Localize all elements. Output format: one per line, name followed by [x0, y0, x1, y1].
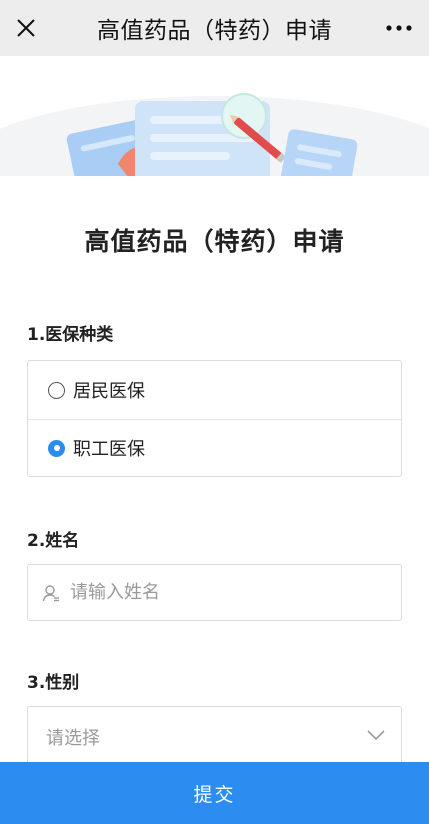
- name-input-container: [27, 564, 402, 621]
- question-gender-label: 3.性别: [27, 673, 80, 693]
- submit-button[interactable]: 提交: [0, 762, 429, 824]
- chevron-down-icon: [367, 730, 385, 741]
- document-pen-illustration: [0, 93, 429, 176]
- question-name-label: 2.姓名: [27, 531, 80, 551]
- form-title: 高值药品（特药）申请: [84, 227, 345, 256]
- close-button[interactable]: [10, 12, 42, 44]
- gender-select[interactable]: 请选择: [27, 706, 402, 766]
- more-icon: [386, 25, 412, 31]
- gender-select-placeholder: 请选择: [46, 728, 100, 749]
- banner: [0, 56, 429, 176]
- user-icon: [42, 584, 59, 601]
- close-icon: [17, 19, 35, 37]
- radio-unchecked-icon: [48, 381, 65, 399]
- more-button[interactable]: [383, 14, 415, 42]
- question-insurance-type-label: 1.医保种类: [27, 325, 114, 345]
- name-input[interactable]: [68, 581, 372, 604]
- radio-option-label: 居民医保: [73, 381, 145, 402]
- navbar-title: 高值药品（特药）申请: [97, 18, 332, 44]
- radio-option-label: 职工医保: [73, 439, 145, 460]
- navbar: 高值药品（特药）申请: [0, 0, 429, 56]
- radio-option-resident[interactable]: 居民医保: [28, 361, 401, 420]
- radio-option-employee[interactable]: 职工医保: [28, 419, 401, 477]
- radio-checked-icon: [48, 439, 65, 457]
- insurance-type-radio-group: 居民医保 职工医保: [27, 360, 402, 477]
